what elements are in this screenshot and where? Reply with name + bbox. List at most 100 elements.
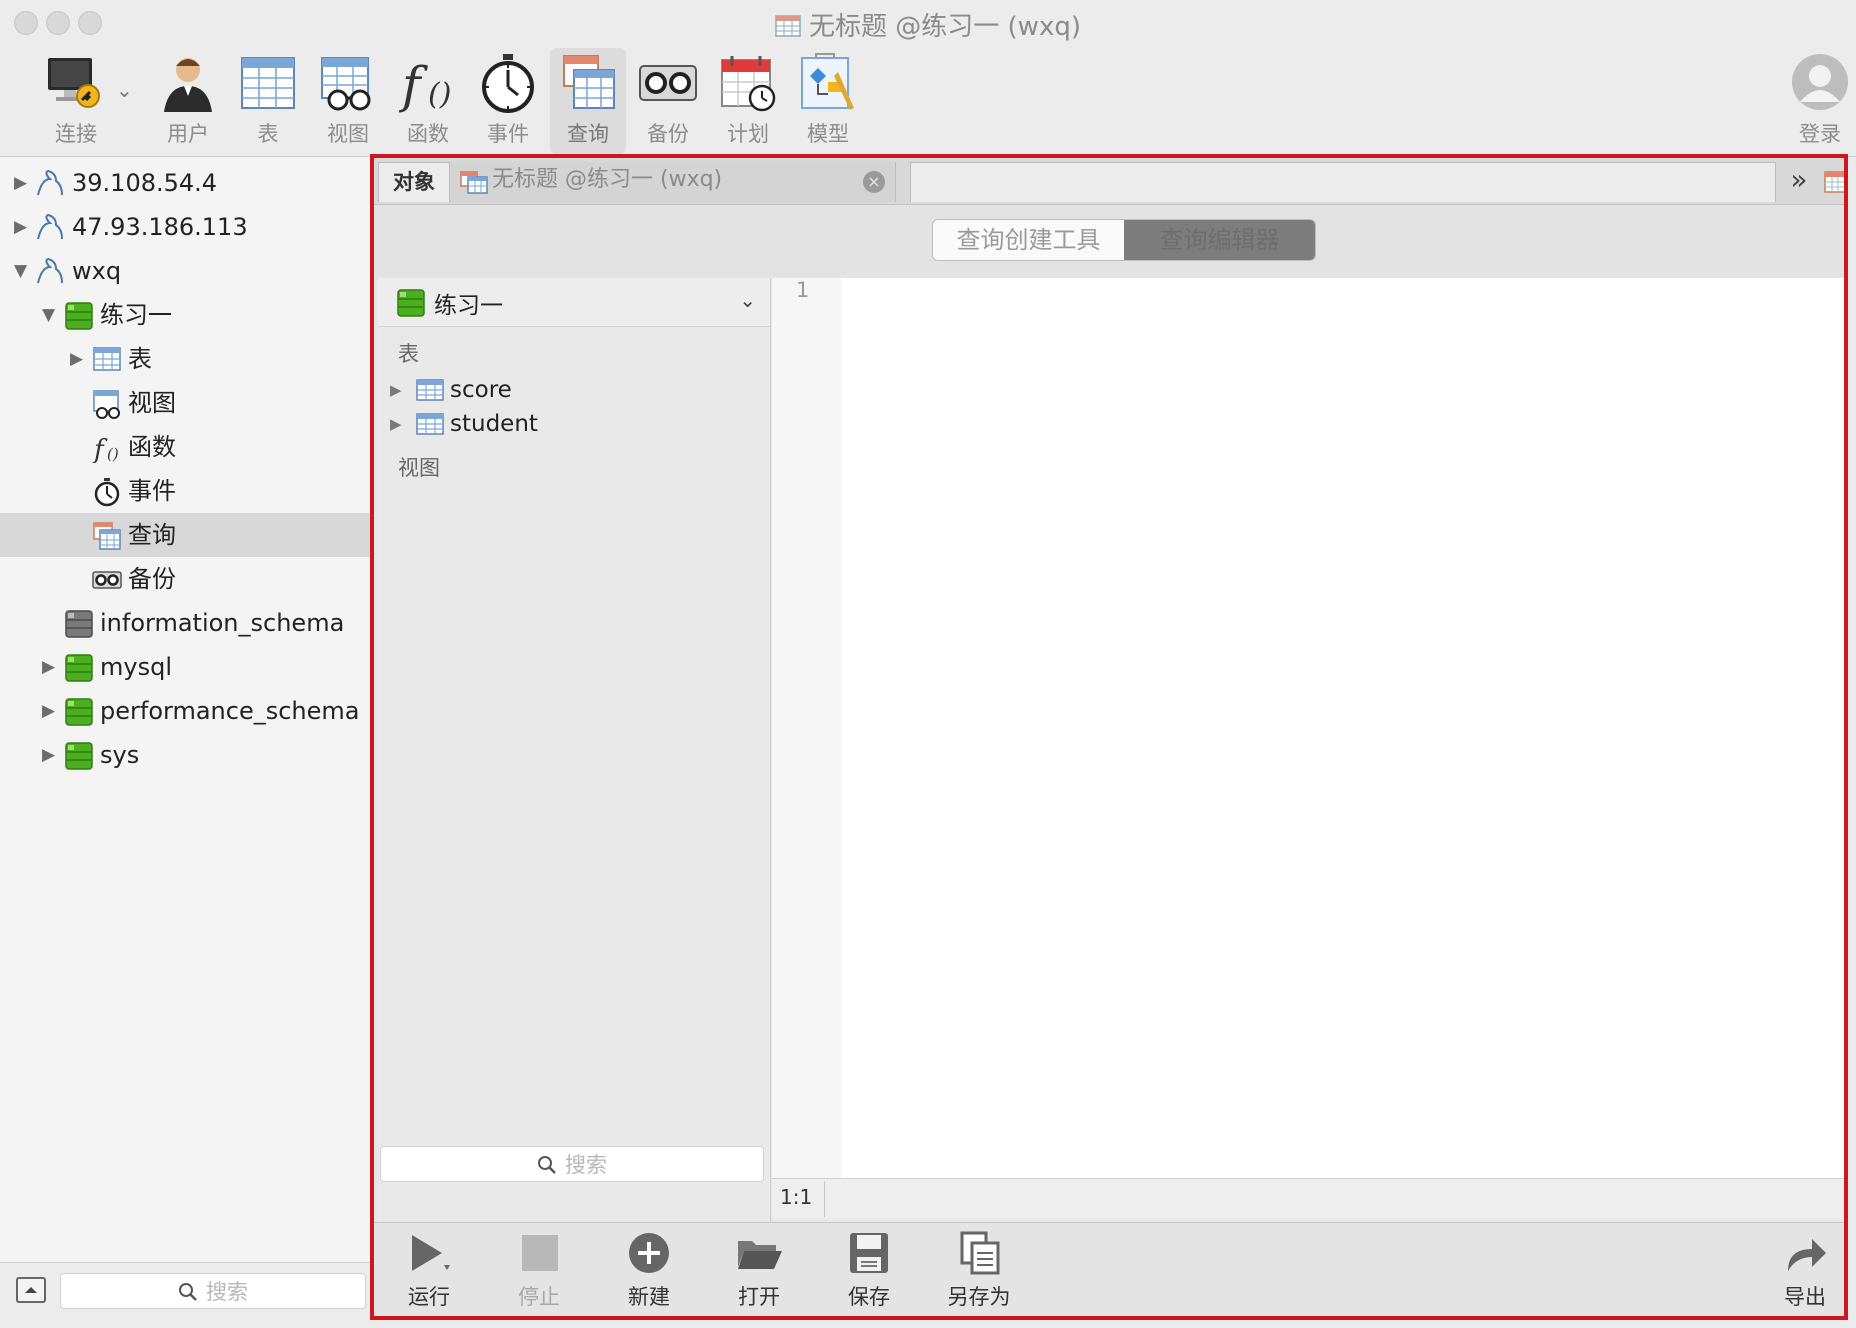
tree-item-label: 39.108.54.4 xyxy=(72,169,218,197)
disclosure-right-icon[interactable]: ▶ xyxy=(70,337,83,381)
line-gutter: 1 xyxy=(772,278,842,1178)
disclosure-right-icon[interactable]: ▶ xyxy=(14,161,27,205)
new-query-tab-icon[interactable] xyxy=(1824,170,1846,194)
save-as-label: 另存为 xyxy=(947,1285,1011,1309)
new-label: 新建 xyxy=(628,1285,670,1309)
objects-search-input[interactable]: 搜索 xyxy=(380,1146,764,1182)
save-as-button[interactable]: 另存为 xyxy=(934,1231,1024,1311)
tree-item-database[interactable]: ▼ 练习一 xyxy=(0,293,370,337)
tree-item-database[interactable]: ▶ sys xyxy=(0,733,370,777)
export-arrow-icon xyxy=(1788,1239,1826,1271)
tree-item-functions[interactable]: f() 函数 xyxy=(0,425,370,469)
disclosure-right-icon[interactable]: ▶ xyxy=(42,645,55,689)
tab-objects[interactable]: 对象 xyxy=(378,162,450,202)
run-button[interactable]: 运行 xyxy=(384,1231,474,1311)
event-icon xyxy=(482,54,534,113)
function-icon: f() xyxy=(398,56,451,114)
chevron-down-icon[interactable]: ⌄ xyxy=(116,78,133,102)
tree-item-label: 表 xyxy=(128,345,152,373)
sql-editor[interactable]: 1 xyxy=(772,278,1846,1178)
sidebar-footer: 搜索 xyxy=(0,1262,370,1323)
backup-button[interactable]: 备份 xyxy=(630,48,706,154)
disclosure-right-icon[interactable]: ▶ xyxy=(390,372,402,408)
sidebar-search-input[interactable]: 搜索 xyxy=(60,1273,366,1309)
disclosure-down-icon[interactable]: ▼ xyxy=(42,293,55,337)
tree-item-tables[interactable]: ▶ 表 xyxy=(0,337,370,381)
svg-text:f: f xyxy=(92,435,108,463)
query-editor-tab[interactable]: 查询编辑器 xyxy=(1124,220,1315,260)
tree-item-views[interactable]: 视图 xyxy=(0,381,370,425)
tree-item-connection[interactable]: ▶ 39.108.54.4 xyxy=(0,161,370,205)
save-as-icon xyxy=(960,1231,1000,1275)
open-button[interactable]: 打开 xyxy=(714,1231,804,1311)
plus-circle-icon xyxy=(629,1233,669,1273)
tree-item-label: information_schema xyxy=(100,609,345,637)
event-button[interactable]: 事件 xyxy=(470,48,546,154)
list-item-table[interactable]: ▶ score xyxy=(390,372,750,408)
tables-section-header: 表 xyxy=(398,342,419,366)
database-select-value: 练习一 xyxy=(434,293,503,319)
tree-item-database[interactable]: information_schema xyxy=(0,601,370,645)
table-label: 表 xyxy=(257,122,279,146)
tree-item-connection[interactable]: ▶ 47.93.186.113 xyxy=(0,205,370,249)
more-tabs-icon[interactable]: » xyxy=(1779,162,1819,202)
user-button[interactable]: 用户 xyxy=(150,48,226,154)
model-button[interactable]: 模型 xyxy=(790,48,866,154)
tree-item-backups[interactable]: 备份 xyxy=(0,557,370,601)
user-label: 用户 xyxy=(167,122,209,146)
login-button[interactable]: 登录 xyxy=(1784,48,1856,154)
object-browser-panel: 练习一 ⌄ 表 ▶ score ▶ student 视图 搜索 xyxy=(378,278,771,1236)
function-button[interactable]: f() 函数 xyxy=(390,48,466,154)
disclosure-right-icon[interactable]: ▶ xyxy=(42,689,55,733)
tab-bar-empty-area xyxy=(910,162,1776,202)
object-tree-sidebar: ▶ 39.108.54.4 ▶ 47.93.186.113 ▼ wxq ▼ 练习… xyxy=(0,157,371,1269)
query-button[interactable]: 查询 xyxy=(550,48,626,154)
new-button[interactable]: 新建 xyxy=(604,1231,694,1311)
disclosure-right-icon[interactable]: ▶ xyxy=(14,205,27,249)
database-select[interactable]: 练习一 ⌄ xyxy=(378,278,770,327)
disclosure-right-icon[interactable]: ▶ xyxy=(390,406,402,442)
backup-icon xyxy=(639,65,697,101)
disclosure-down-icon[interactable]: ▼ xyxy=(14,249,27,293)
tab-query-label: 无标题 @练习一 (wxq) xyxy=(492,167,723,192)
query-toolbar: 运行 停止 新建 打开 保存 另存为 导出 xyxy=(374,1222,1846,1316)
toggle-panel-icon[interactable] xyxy=(16,1277,46,1303)
login-label: 登录 xyxy=(1799,122,1841,146)
schedule-button[interactable]: 计划 xyxy=(710,48,786,154)
table-icon xyxy=(416,413,444,435)
export-label: 导出 xyxy=(1784,1285,1826,1309)
stop-button[interactable]: 停止 xyxy=(494,1231,584,1311)
tree-item-database[interactable]: ▶ mysql xyxy=(0,645,370,689)
view-button[interactable]: 视图 xyxy=(310,48,386,154)
backup-label: 备份 xyxy=(647,122,689,146)
tree-item-label: 事件 xyxy=(128,477,176,505)
status-divider xyxy=(824,1181,825,1217)
close-tab-icon[interactable]: × xyxy=(863,171,885,193)
tab-query-untitled[interactable]: 无标题 @练习一 (wxq) × xyxy=(450,162,896,202)
disclosure-right-icon[interactable]: ▶ xyxy=(42,733,55,777)
query-builder-tab[interactable]: 查询创建工具 xyxy=(933,220,1124,260)
query-icon xyxy=(563,55,615,109)
connect-label: 连接 xyxy=(55,122,97,146)
database-icon xyxy=(397,289,425,317)
mode-bar: 查询创建工具 查询编辑器 xyxy=(374,205,1846,277)
save-button[interactable]: 保存 xyxy=(824,1231,914,1311)
connect-button[interactable]: 连接 xyxy=(38,48,114,154)
table-icon xyxy=(93,347,121,371)
database-icon xyxy=(65,698,93,726)
tree-item-label: wxq xyxy=(72,257,122,285)
tree-item-queries[interactable]: 查询 xyxy=(0,513,370,557)
stop-icon xyxy=(522,1235,558,1271)
model-label: 模型 xyxy=(807,122,849,146)
calendar-icon xyxy=(721,56,776,112)
avatar-icon xyxy=(1792,54,1848,110)
list-item-table[interactable]: ▶ student xyxy=(390,406,750,442)
tree-item-database[interactable]: ▶ performance_schema xyxy=(0,689,370,733)
views-section-header: 视图 xyxy=(398,456,440,480)
svg-text:(): () xyxy=(428,77,451,112)
tree-item-events[interactable]: 事件 xyxy=(0,469,370,513)
tree-item-connection[interactable]: ▼ wxq xyxy=(0,249,370,293)
export-button[interactable]: 导出 xyxy=(1760,1231,1846,1311)
table-button[interactable]: 表 xyxy=(230,48,306,154)
database-gray-icon xyxy=(65,610,93,638)
